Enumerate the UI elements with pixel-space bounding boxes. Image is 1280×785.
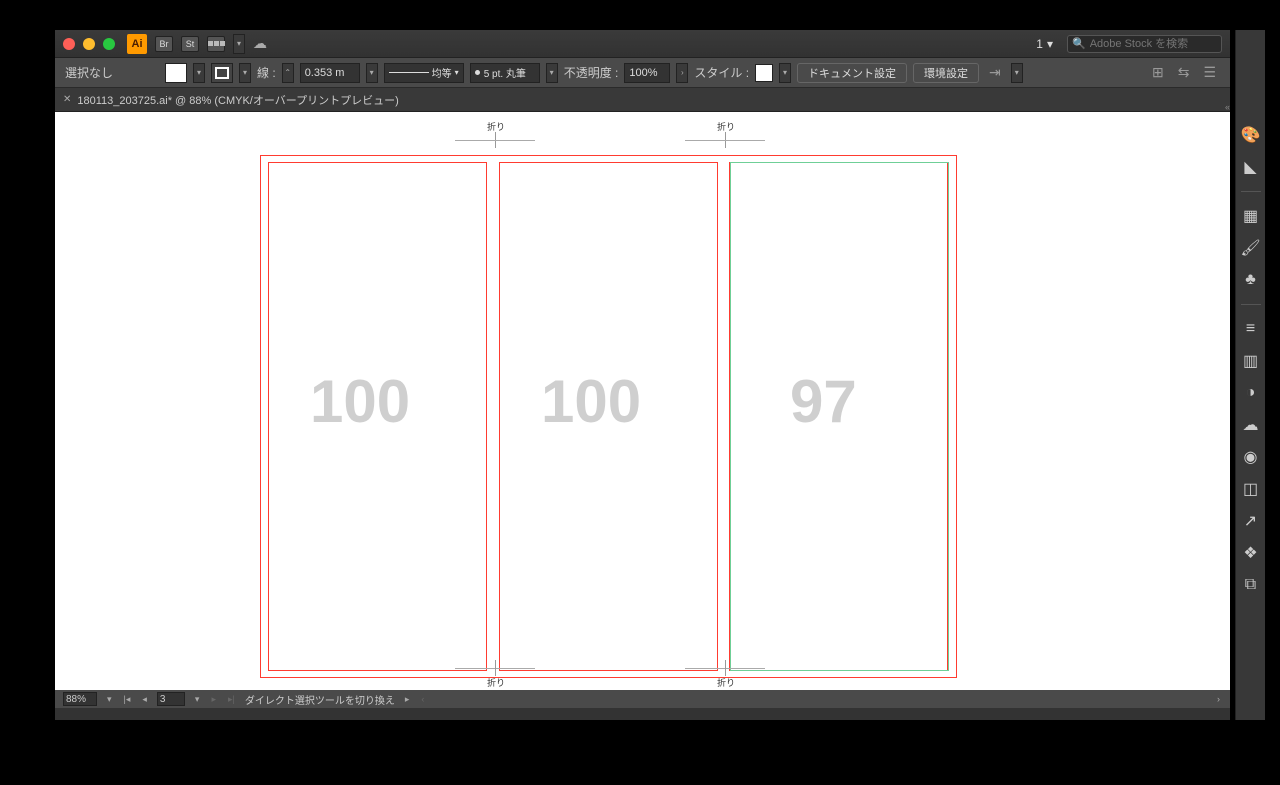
transform-icon[interactable]: ⇆	[1174, 64, 1194, 81]
scroll-right-icon[interactable]: ›	[1215, 694, 1222, 704]
grid-icon[interactable]: ⊞	[1148, 64, 1168, 81]
panel-width-3: 97	[790, 367, 857, 436]
style-swatch[interactable]	[755, 64, 773, 82]
fold-tick-bot-1	[495, 660, 496, 676]
symbols-panel-icon[interactable]: ♣	[1241, 270, 1261, 290]
artboard-chevron-icon[interactable]: ▾	[193, 694, 202, 705]
fold-label-top-1: 折り	[487, 120, 505, 133]
brush-chevron-icon[interactable]: ▾	[546, 63, 558, 83]
transparency-panel-icon[interactable]: ◑	[1241, 383, 1261, 403]
color-panel-icon[interactable]: 🎨	[1241, 125, 1261, 145]
stroke-link-icon[interactable]: ⌃	[282, 63, 294, 83]
next-artboard-icon[interactable]: ▸	[209, 694, 218, 705]
close-tab-icon[interactable]: ✕	[63, 94, 71, 105]
titlebar: Ai Br St ▾ ☁ 1▾ 🔍	[55, 30, 1230, 58]
opacity-input[interactable]	[624, 63, 670, 83]
control-bar: 選択なし ▾ ▾ 線 : ⌃ ▾ 均等▾ 5 pt. 丸筆 ▾ 不透明度 : ›…	[55, 58, 1230, 88]
arrange-chevron-icon[interactable]: ▾	[233, 34, 245, 54]
status-bar: ▾ |◂ ◂ ▾ ▸ ▸| ダイレクト選択ツールを切り換え ▸ ‹ ›	[55, 690, 1230, 708]
window-controls	[63, 38, 115, 50]
workspace-dropdown[interactable]: 1▾	[1030, 37, 1059, 51]
app-window: Ai Br St ▾ ☁ 1▾ 🔍 選択なし ▾ ▾ 線 : ⌃ ▾ 均等▾ 5…	[55, 30, 1230, 720]
stroke-weight-label: 線 :	[257, 64, 276, 81]
layers-panel-icon[interactable]: ❖	[1241, 543, 1261, 563]
swatches-panel-icon[interactable]: ▦	[1241, 206, 1261, 226]
export-panel-icon[interactable]: ↗	[1241, 511, 1261, 531]
align-options-icon[interactable]: ⇥	[985, 64, 1005, 81]
opacity-label: 不透明度 :	[564, 64, 619, 81]
chevron-down-icon: ▾	[1047, 37, 1053, 51]
stroke-panel-icon[interactable]: ≡	[1241, 319, 1261, 339]
stock-search[interactable]: 🔍	[1067, 35, 1222, 53]
fold-label-bot-2: 折り	[717, 676, 735, 689]
graphic-styles-panel-icon[interactable]: ◫	[1241, 479, 1261, 499]
menu-icon[interactable]: ☰	[1199, 64, 1220, 81]
fill-swatch[interactable]	[165, 63, 187, 83]
bridge-button[interactable]: Br	[155, 36, 173, 52]
style-chevron-icon[interactable]: ▾	[779, 63, 791, 83]
stroke-weight-input[interactable]	[300, 63, 360, 83]
close-window[interactable]	[63, 38, 75, 50]
brush-dot-icon	[475, 70, 480, 75]
tab-overflow-icon[interactable]: «	[1225, 102, 1230, 112]
brushes-panel-icon[interactable]: 🖌	[1241, 238, 1261, 258]
minimize-window[interactable]	[83, 38, 95, 50]
document-tab-row: ✕ 180113_203725.ai* @ 88% (CMYK/オーバープリント…	[55, 88, 1230, 112]
document-setup-button[interactable]: ドキュメント設定	[797, 63, 907, 83]
panel-width-1: 100	[310, 367, 410, 436]
document-tab-title[interactable]: 180113_203725.ai* @ 88% (CMYK/オーバープリントプレ…	[77, 92, 398, 108]
arrange-documents-button[interactable]	[207, 36, 225, 52]
first-artboard-icon[interactable]: |◂	[122, 694, 133, 705]
width-profile-dropdown[interactable]: 均等▾	[384, 63, 464, 83]
stroke-chevron-icon[interactable]: ▾	[239, 63, 251, 83]
fold-label-top-2: 折り	[717, 120, 735, 133]
panel-width-2: 100	[541, 367, 641, 436]
zoom-input[interactable]	[63, 692, 97, 706]
color-guide-icon[interactable]: ◣	[1241, 157, 1261, 177]
stock-search-input[interactable]	[1090, 38, 1217, 50]
sync-settings-icon[interactable]: ☁	[253, 35, 267, 52]
gradient-panel-icon[interactable]: ▥	[1241, 351, 1261, 371]
stroke-weight-chevron-icon[interactable]: ▾	[366, 63, 378, 83]
appearance-panel-icon[interactable]: ◉	[1241, 447, 1261, 467]
opacity-chevron-icon[interactable]: ›	[676, 63, 688, 83]
selection-label: 選択なし	[65, 64, 113, 81]
style-label: スタイル :	[694, 64, 749, 81]
brush-dropdown[interactable]: 5 pt. 丸筆	[470, 63, 540, 83]
fold-label-bot-1: 折り	[487, 676, 505, 689]
panel-rail: 🎨 ◣ ▦ 🖌 ♣ ≡ ▥ ◑ ☁ ◉ ◫ ↗ ❖ ⧉	[1235, 30, 1265, 720]
canvas[interactable]: 折り 折り 100 100 97 折り 折り	[55, 112, 1230, 690]
stroke-swatch[interactable]	[211, 63, 233, 83]
fold-hline-top-2	[685, 140, 765, 141]
align-chevron-icon[interactable]: ▾	[1011, 63, 1023, 83]
zoom-chevron-icon[interactable]: ▾	[105, 694, 114, 705]
search-icon: 🔍	[1072, 37, 1086, 50]
preferences-button[interactable]: 環境設定	[913, 63, 979, 83]
stock-button[interactable]: St	[181, 36, 199, 52]
fold-tick-bot-2	[725, 660, 726, 676]
fill-chevron-icon[interactable]: ▾	[193, 63, 205, 83]
app-logo-icon: Ai	[127, 34, 147, 54]
artboard-number-input[interactable]	[157, 692, 185, 706]
libraries-panel-icon[interactable]: ☁	[1241, 415, 1261, 435]
zoom-window[interactable]	[103, 38, 115, 50]
tool-hint: ダイレクト選択ツールを切り換え	[245, 692, 395, 707]
last-artboard-icon[interactable]: ▸|	[226, 694, 237, 705]
fold-hline-top-1	[455, 140, 535, 141]
status-play-icon[interactable]: ▸	[403, 694, 412, 705]
status-less-icon: ‹	[419, 694, 426, 704]
artboards-panel-icon[interactable]: ⧉	[1241, 575, 1261, 595]
prev-artboard-icon[interactable]: ◂	[140, 694, 149, 705]
